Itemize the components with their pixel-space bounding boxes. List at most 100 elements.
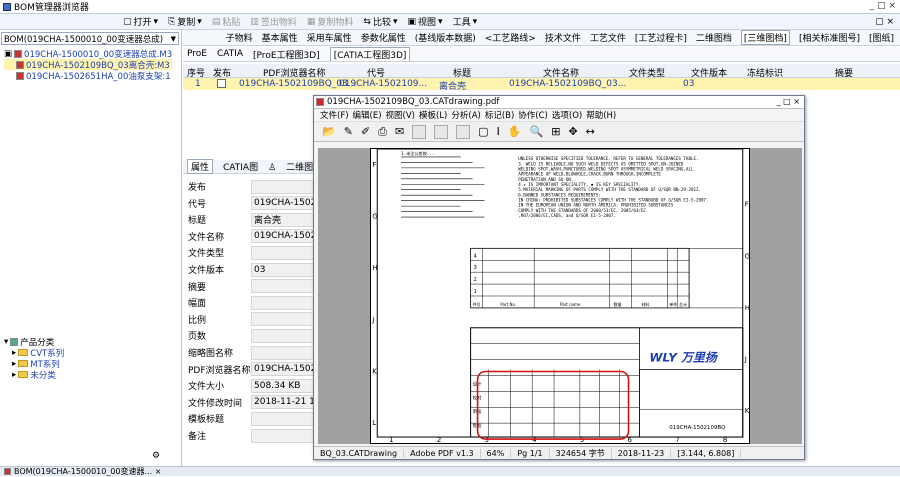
pdf-status-field: 2018-11-23 — [612, 448, 672, 458]
fit-width-icon[interactable]: ↔ — [586, 125, 595, 138]
select-page-icon[interactable]: ▢ — [478, 125, 488, 138]
row-number: 3 — [474, 265, 477, 271]
tab-document[interactable]: 采用车属性 — [307, 31, 352, 44]
property-label: 文件类型 — [188, 249, 225, 260]
tab-document[interactable]: 基本属性 — [262, 31, 298, 44]
zoom-icon[interactable]: 🔍 — [530, 125, 544, 138]
page-first-icon[interactable] — [412, 124, 427, 139]
toolbar-compare-button[interactable]: ⇆ 比较 ▾ — [363, 15, 397, 29]
category-icon — [10, 337, 19, 346]
toolbar-open-button[interactable]: ▢ 打开 ▾ — [123, 15, 158, 29]
app-title: BOM管理器浏览器 — [14, 3, 89, 13]
pdf-canvas[interactable]: FFGGHHJJKKLL123456781.未注公差按...UNLESS OTH… — [318, 148, 802, 444]
toolbar-checkout-button[interactable]: ▥ 签出物料 — [250, 15, 297, 29]
tab-catia-drawing[interactable]: CATIA图 — [223, 160, 258, 173]
folder-icon — [18, 360, 29, 367]
pdf-viewer-window: 019CHA-1502109BQ_03.CATdrawing.pdf _ □ ×… — [313, 95, 805, 460]
tab-format[interactable]: [ProE工程图3D] — [253, 48, 320, 61]
parts-header: 单件 — [669, 302, 677, 307]
pdf-menu-item[interactable]: 文件(F) — [320, 109, 349, 121]
title-block — [470, 327, 744, 438]
pdf-menu-item[interactable]: 协作(C) — [518, 109, 548, 121]
window-controls[interactable]: _ □ × — [870, 1, 896, 11]
tab-document[interactable]: [工艺过程卡] — [635, 31, 687, 44]
panel-controls-icon[interactable]: ▢ × — [875, 17, 894, 27]
page-next-icon[interactable] — [456, 124, 471, 139]
sign2-icon[interactable]: ✐ — [361, 125, 370, 138]
category-tree: ▾ 产品分类 ▸ CVT系列 ▸ MT系列 ▸ 未分类 — [4, 336, 64, 381]
tab-document[interactable]: 技术文件 — [545, 31, 581, 44]
signature-highlight — [476, 370, 630, 440]
pdf-window-controls[interactable]: _ □ × — [777, 97, 800, 106]
parts-header: Part name — [560, 302, 581, 307]
app-icon — [3, 2, 11, 11]
pdf-menu-item[interactable]: 分析(A) — [451, 109, 480, 121]
settings-icon[interactable]: ⚙ — [152, 451, 160, 461]
parts-header: Part No. — [500, 302, 516, 307]
tab-document[interactable]: 子物料 — [226, 31, 253, 44]
pdf-title: 019CHA-1502109BQ_03.CATdrawing.pdf — [327, 97, 500, 107]
property-label: 代号 — [188, 199, 207, 210]
category-item[interactable]: ▸ CVT系列 — [4, 347, 64, 359]
text-select-icon[interactable]: I — [497, 125, 500, 138]
pdf-menu-bar: 文件(F) 编辑(E) 视图(V) 模板(L) 分析(A) 标记(B) 协作(C) 选项(O)… — [314, 109, 804, 122]
pdf-menu-item[interactable]: 编辑(E) — [353, 109, 382, 121]
bom-select[interactable]: BOM(019CHA-1500010_00变速器总成) ▼ — [1, 32, 179, 45]
toolbar-copy-button[interactable]: ⎘ 复制 ▾ — [168, 15, 202, 29]
category-item[interactable]: ▸ MT系列 — [4, 358, 64, 370]
row-number: 1 — [474, 289, 477, 295]
compare-icon: ⇆ — [363, 16, 371, 27]
parts-header: 数量 — [614, 302, 622, 307]
sign-icon[interactable]: ✎ — [344, 125, 353, 138]
email-icon[interactable]: ✉ — [395, 125, 404, 138]
hand-icon[interactable]: ✋ — [508, 125, 522, 138]
bom-tab[interactable]: BOM(019CHA-1500010_00变速器... × — [14, 466, 161, 477]
tab-document[interactable]: <工艺路线> — [485, 31, 536, 44]
page-prev-icon[interactable] — [434, 124, 449, 139]
tab-document[interactable]: (基线版本数据) — [415, 31, 476, 44]
toolbar-tools-button[interactable]: 工具 ▾ — [453, 15, 478, 29]
tab-format[interactable]: ProE — [187, 49, 207, 59]
property-label: 缩略图名称 — [188, 349, 234, 359]
pan-icon[interactable]: ✥ — [568, 125, 577, 138]
table-row[interactable]: 1 019CHA-1502109BQ_03... 019CHA-1502109.… — [183, 78, 900, 92]
drawing-number: 019CHA-1502109BQ — [669, 425, 725, 431]
toolbar-view-button[interactable]: ▣ 视图 ▾ — [408, 15, 443, 29]
part-icon — [16, 60, 24, 69]
property-label: 文件大小 — [188, 382, 225, 393]
pdf-menu-item[interactable]: 视图(V) — [386, 109, 415, 121]
tab-document[interactable]: [相关标准图号] — [799, 31, 860, 44]
category-root[interactable]: ▾ 产品分类 — [4, 336, 64, 348]
tree-node-selected[interactable]: 019CHA-1502109BQ_03离合壳:M3 — [4, 59, 173, 71]
drawing-icon: ♙ — [268, 163, 277, 173]
zoom-fit-icon[interactable]: ⊞ — [551, 125, 560, 138]
open-folder-icon[interactable]: 📂 — [322, 125, 336, 138]
tab-format[interactable]: [CATIA工程图3D] — [329, 47, 411, 61]
zone-letter: H — [745, 304, 750, 312]
tab-document[interactable]: [三维图档] — [740, 30, 790, 45]
publish-checkbox[interactable] — [217, 79, 226, 88]
pdf-menu-item[interactable]: 帮助(H) — [586, 109, 616, 121]
copy-item-icon: ▦ — [306, 16, 316, 27]
pdf-menu-item[interactable]: 选项(O) — [552, 109, 582, 121]
tree-node-root[interactable]: ▣ 019CHA-1500010_00变速器总成.M3 — [4, 48, 172, 60]
category-item[interactable]: ▸ 未分类 — [4, 369, 64, 381]
bom-tree: ▣ 019CHA-1500010_00变速器总成.M3 019CHA-150210… — [4, 48, 173, 82]
company-logo: WLY 万里扬 — [649, 351, 718, 365]
parts-header: 件号 — [473, 302, 481, 307]
toolbar-copy-item-button[interactable]: ▦ 复制物料 — [306, 15, 354, 29]
toolbar-paste-button[interactable]: ▤ 粘贴 — [212, 15, 241, 29]
zone-letter: J — [744, 356, 747, 364]
tab-document[interactable]: 工艺文件 — [590, 31, 626, 44]
tree-node[interactable]: 019CHA-1502651HA_00油泵支架:1 — [4, 70, 172, 82]
print-icon[interactable]: ⎙ — [378, 125, 387, 139]
collapse-icon: ▣ — [4, 48, 13, 59]
pdf-menu-item[interactable]: 模板(L) — [419, 109, 447, 121]
expand-icon: ▸ — [12, 369, 17, 380]
tab-properties[interactable]: 属性 — [187, 159, 214, 174]
tab-document[interactable]: [图纸] — [869, 31, 894, 44]
pdf-menu-item[interactable]: 标记(B) — [485, 109, 514, 121]
tab-document[interactable]: 参数化属性 — [361, 31, 406, 44]
tab-document[interactable]: 二维图档 — [696, 31, 732, 44]
tab-format[interactable]: CATIA — [217, 49, 243, 59]
